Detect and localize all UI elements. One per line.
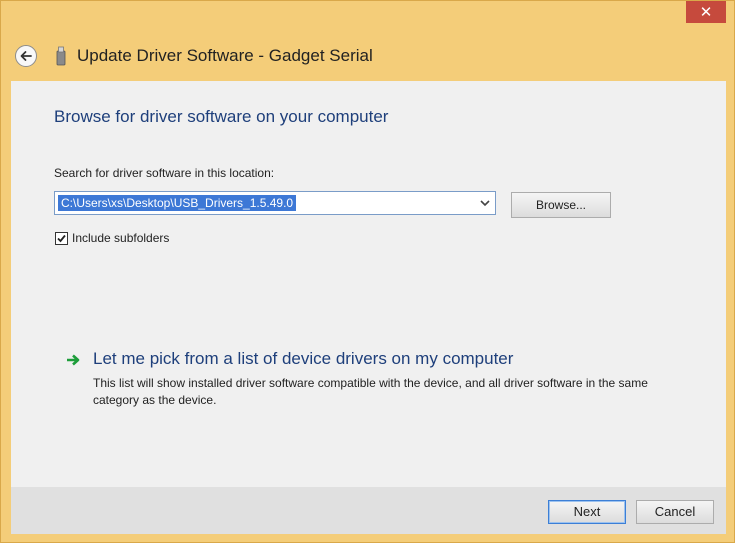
title-bar: Update Driver Software - Gadget Serial bbox=[1, 31, 735, 79]
include-subfolders-checkbox[interactable] bbox=[55, 232, 68, 245]
content-panel: Browse for driver software on your compu… bbox=[11, 81, 726, 487]
dialog-footer: Next Cancel bbox=[11, 487, 726, 534]
checkmark-icon bbox=[57, 234, 66, 243]
dialog-window: ✕ Update Driver Software - Gadget Serial… bbox=[0, 0, 735, 543]
search-location-label: Search for driver software in this locat… bbox=[54, 166, 275, 180]
path-input-value[interactable]: C:\Users\xs\Desktop\USB_Drivers_1.5.49.0 bbox=[58, 195, 297, 211]
window-title: Update Driver Software - Gadget Serial bbox=[77, 46, 373, 65]
page-heading: Browse for driver software on your compu… bbox=[54, 107, 389, 126]
back-button[interactable] bbox=[15, 45, 37, 67]
close-icon: ✕ bbox=[699, 3, 713, 21]
pick-from-list-description: This list will show installed driver sof… bbox=[93, 376, 648, 407]
pick-from-list-link[interactable]: Let me pick from a list of device driver… bbox=[93, 349, 513, 369]
green-arrow-icon[interactable] bbox=[66, 353, 82, 367]
next-button[interactable]: Next bbox=[548, 500, 626, 524]
include-subfolders-label[interactable]: Include subfolders bbox=[72, 231, 169, 245]
back-arrow-icon bbox=[20, 51, 32, 61]
path-combobox[interactable]: C:\Users\xs\Desktop\USB_Drivers_1.5.49.0 bbox=[54, 191, 496, 215]
close-button[interactable]: ✕ bbox=[686, 1, 726, 23]
chevron-down-icon[interactable] bbox=[479, 198, 491, 208]
cancel-button[interactable]: Cancel bbox=[636, 500, 714, 524]
browse-button[interactable]: Browse... bbox=[511, 192, 611, 218]
usb-device-icon bbox=[56, 46, 66, 66]
